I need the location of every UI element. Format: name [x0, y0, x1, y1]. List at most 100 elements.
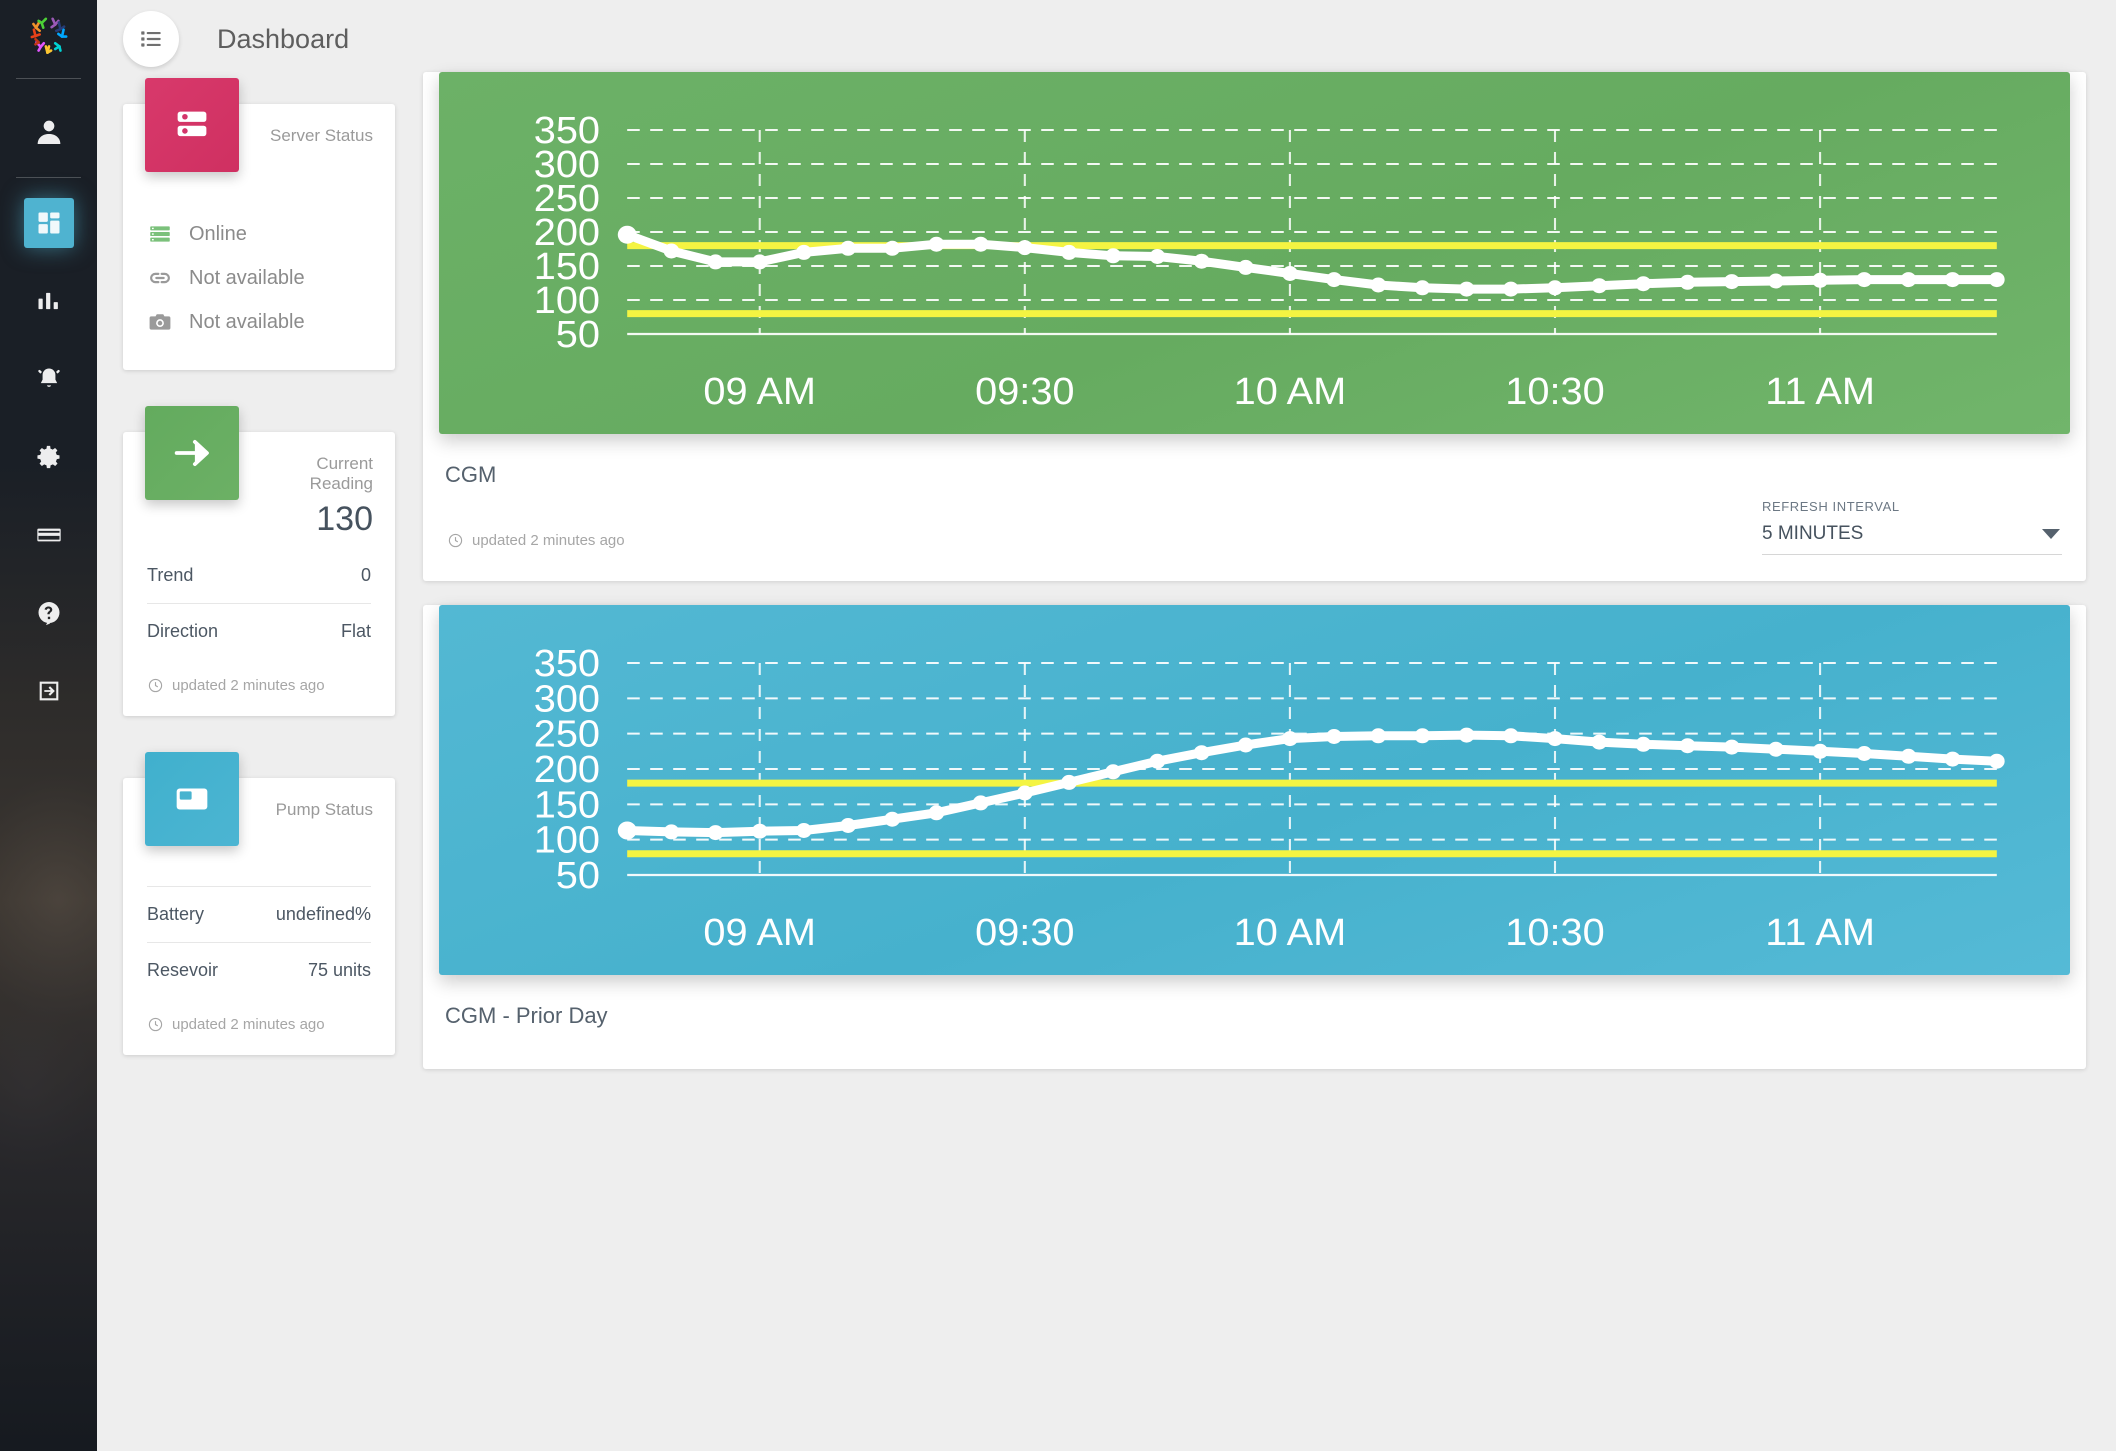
- data-point: [1944, 272, 1961, 288]
- status-text-online: Online: [189, 222, 247, 245]
- data-point: [1635, 276, 1652, 292]
- data-point: [796, 244, 812, 260]
- cgm-chart-plot: 5010015020025030035009 AM 09:30 10 AM 10:30…: [534, 110, 2005, 413]
- kv-row-resevoir: Resevoir 75 units: [147, 942, 371, 998]
- server-rack-icon: [177, 111, 207, 137]
- data-point: [1282, 266, 1298, 281]
- data-point: [1414, 280, 1431, 296]
- data-point: [796, 823, 812, 838]
- data-point: [1856, 272, 1873, 288]
- y-axis-tick-label: 350: [534, 110, 600, 152]
- pump-status-card-icon: [145, 752, 239, 846]
- data-point: [1370, 277, 1387, 293]
- cgm-prior-day-panel: 50 100 150 200 250 300 350 09 AM 09:30 10 AM 10:30…: [423, 605, 2086, 1069]
- main-area: Dashboard Server Status Online Not avail…: [97, 0, 2116, 1451]
- data-point: [1723, 274, 1740, 290]
- app-logo[interactable]: [0, 0, 97, 72]
- bar-chart-icon: [38, 292, 58, 310]
- data-point: [1635, 736, 1652, 752]
- data-point: [1988, 272, 2005, 288]
- data-point: [751, 823, 768, 839]
- data-point: [1061, 244, 1077, 260]
- data-point: [663, 824, 680, 840]
- current-reading-value: 130: [316, 500, 373, 538]
- cgm-panel-updated-text: updated 2 minutes ago: [472, 532, 625, 549]
- status-text-link: Not available: [189, 266, 305, 289]
- top-bar: Dashboard: [97, 0, 2116, 78]
- kv-label-direction: Direction: [147, 621, 219, 641]
- data-point: [1768, 741, 1784, 757]
- sidebar-nav: [0, 85, 97, 730]
- sidebar-item-logout[interactable]: [24, 666, 74, 716]
- chevron-down-icon: [2042, 529, 2060, 539]
- clock-icon: [148, 678, 163, 693]
- data-point: [1326, 272, 1342, 288]
- sidebar-item-reports[interactable]: [24, 276, 74, 326]
- server-status-list: Online Not available Not available: [123, 190, 395, 370]
- sidebar-item-settings[interactable]: [24, 432, 74, 482]
- person-icon: [37, 120, 60, 144]
- status-text-camera: Not available: [189, 310, 305, 333]
- refresh-interval-value: 5 MINUTES: [1762, 523, 1864, 544]
- kv-label-battery: Battery: [147, 904, 205, 924]
- data-point: [1370, 728, 1387, 744]
- cgm-prior-day-chart-hero[interactable]: 50 100 150 200 250 300 350 09 AM 09:30 10 AM 10:30…: [439, 605, 2070, 975]
- x-axis-tick-label: 11 AM: [1765, 371, 1875, 413]
- sidebar-item-dashboard[interactable]: [23, 198, 74, 248]
- x-axis-tick-label: 09:30: [975, 912, 1074, 954]
- data-point: [1900, 272, 1917, 288]
- data-point: [884, 240, 901, 256]
- data-point: [1812, 272, 1828, 288]
- data-point: [1900, 748, 1917, 764]
- sidebar-item-profile[interactable]: [24, 107, 74, 157]
- x-axis-tick-label: 09 AM: [703, 912, 816, 954]
- refresh-interval-select[interactable]: 5 MINUTES: [1762, 514, 2062, 555]
- list-menu-icon: [141, 31, 161, 47]
- data-point: [972, 795, 989, 811]
- link-icon: [147, 265, 189, 291]
- bell-icon: [37, 368, 60, 387]
- sidebar-item-help[interactable]: [24, 588, 74, 638]
- data-point: [1193, 253, 1210, 269]
- status-row-online: Online: [147, 212, 371, 256]
- kv-row-battery: Battery undefined%: [147, 886, 371, 942]
- cgm-chart-hero[interactable]: 50 100 150 200 250 300 350 09 AM 09:30 10 AM 10:30…: [439, 72, 2070, 434]
- x-axis-tick-label: 09 AM: [703, 371, 816, 413]
- data-point: [840, 240, 856, 256]
- dashboard-grid-icon: [38, 212, 59, 234]
- pump-status-updated: updated 2 minutes ago: [123, 998, 395, 1055]
- credit-card-icon: [36, 528, 61, 542]
- current-reading-updated: updated 2 minutes ago: [123, 659, 395, 716]
- data-point: [751, 254, 768, 270]
- sidebar-item-alarms[interactable]: [24, 354, 74, 404]
- data-point: [884, 811, 901, 827]
- sidebar-item-billing[interactable]: [24, 510, 74, 560]
- cgm-panel: 50 100 150 200 250 300 350 09 AM 09:30 10 AM 10:30…: [423, 72, 2086, 581]
- data-point: [1458, 281, 1475, 297]
- x-axis-tick-label: 10 AM: [1234, 371, 1347, 413]
- cgm-panel-title: CGM: [445, 462, 497, 487]
- pump-status-kv-list: Battery undefined% Resevoir 75 units: [123, 886, 395, 998]
- sidebar: [0, 0, 97, 1451]
- y-axis-tick-label: 350: [534, 643, 600, 685]
- data-point: [1105, 764, 1121, 780]
- kv-value-resevoir: 75 units: [307, 960, 371, 980]
- data-point: [1944, 751, 1961, 767]
- logout-arrow-icon: [39, 681, 58, 701]
- data-point: [1679, 274, 1696, 290]
- data-point: [617, 225, 637, 244]
- cgm-panel-updated: updated 2 minutes ago: [447, 488, 625, 571]
- refresh-interval-control: REFRESH INTERVAL 5 MINUTES: [1762, 499, 2062, 571]
- current-reading-card-icon: [145, 406, 239, 500]
- data-point: [1547, 731, 1563, 747]
- cgm-prior-day-chart-plot: 5010015020025030035009 AM 09:30 10 AM 10:30…: [534, 643, 2005, 954]
- widget-column: Server Status Online Not available Not a…: [123, 78, 395, 1107]
- data-point: [707, 254, 724, 270]
- server-status-card-title: Server Status: [270, 126, 373, 145]
- server-status-card-icon: [145, 78, 239, 172]
- x-axis-tick-label: 09:30: [975, 371, 1074, 413]
- menu-button[interactable]: [123, 11, 179, 67]
- data-point: [1016, 240, 1033, 256]
- cgm-prior-day-panel-title: CGM - Prior Day: [445, 1003, 608, 1028]
- data-point: [840, 818, 856, 833]
